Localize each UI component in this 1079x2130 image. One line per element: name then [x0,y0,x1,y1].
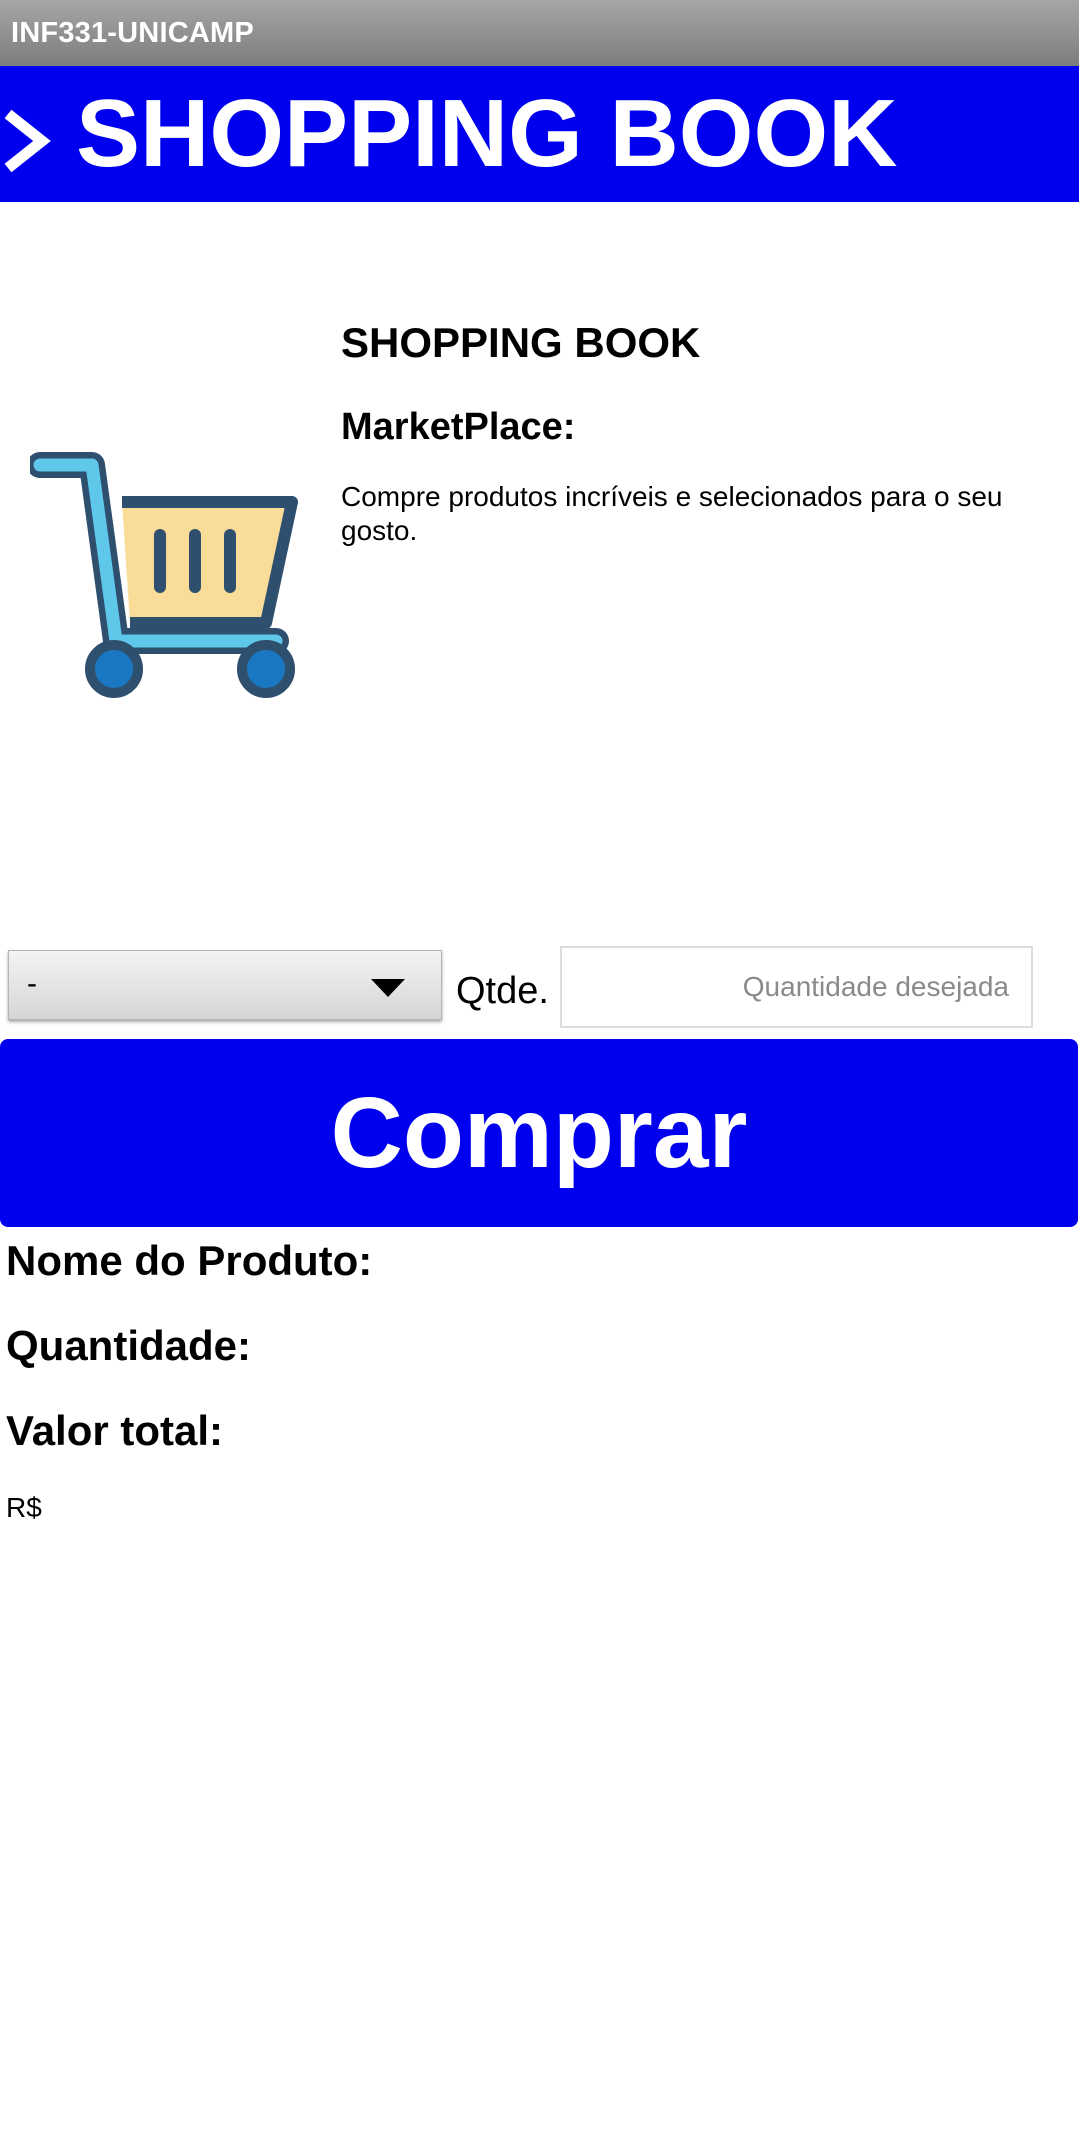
product-select-value: - [27,967,37,1000]
app-header: SHOPPING BOOK [0,66,1079,202]
header-title: SHOPPING BOOK [76,80,898,187]
marketplace-label: MarketPlace: [341,406,576,448]
product-select[interactable]: - [8,950,442,1020]
window-titlebar: INF331-UNICAMP [0,0,1079,66]
total-value: R$ [6,1492,42,1523]
product-description: Compre produtos incríveis e selecionados… [341,481,1003,546]
buy-button[interactable]: Comprar [0,1039,1078,1227]
product-info: SHOPPING BOOK MarketPlace: Compre produt… [341,318,1041,548]
product-title: SHOPPING BOOK [341,319,701,366]
chevron-right-icon[interactable] [0,108,54,174]
product-name-label: Nome do Produto: [6,1237,373,1284]
quantity-label: Qtde. [456,970,549,1012]
app-screen: INF331-UNICAMP SHOPPING BOOK SHOPPING BO… [0,0,1079,2130]
total-value-label: Valor total: [6,1407,224,1454]
quantity-summary-label: Quantidade: [6,1322,252,1369]
order-controls: - Qtde. [0,946,1079,1032]
quantity-input[interactable] [560,946,1033,1028]
shopping-cart-icon [30,452,298,698]
window-title: INF331-UNICAMP [11,16,254,49]
dropdown-arrow-icon [371,979,405,997]
